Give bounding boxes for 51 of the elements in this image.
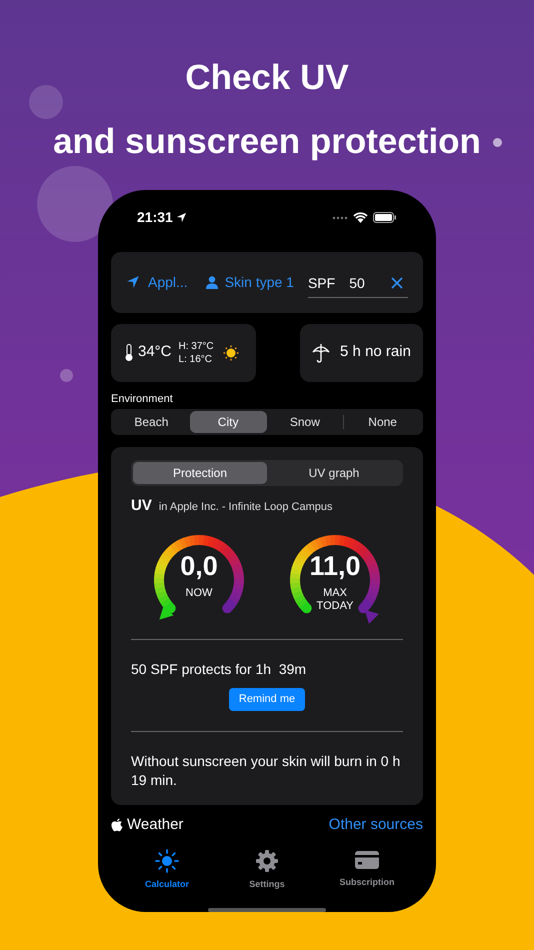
location-button[interactable]: Appl... xyxy=(126,272,188,293)
tab-bar-item[interactable]: Subscription xyxy=(322,848,412,892)
uv-caption: NOW xyxy=(186,587,212,600)
close-icon[interactable] xyxy=(391,277,403,290)
headline: and sunscreen protection xyxy=(53,121,481,163)
environment-option[interactable]: Beach xyxy=(113,410,190,433)
thermometer-icon xyxy=(125,344,133,362)
signal-icon xyxy=(332,216,348,220)
settings-icon xyxy=(255,848,279,873)
apple-icon xyxy=(111,818,123,832)
uv-location: in Apple Inc. - Infinite Loop Campus xyxy=(158,500,333,515)
weather-source: Weather xyxy=(127,815,184,836)
battery-icon xyxy=(373,212,397,224)
tab-bar-item[interactable]: Calculator xyxy=(122,848,212,892)
environment-option[interactable]: None xyxy=(344,410,421,433)
uv-caption: TODAY xyxy=(316,600,354,614)
umbrella-icon xyxy=(312,342,330,363)
spf-field[interactable]: SPF 50 xyxy=(308,272,408,298)
environment-label: Environment xyxy=(111,392,174,406)
low-temperature: L: 16°C xyxy=(178,352,213,366)
other-sources-link[interactable]: Other sources xyxy=(328,814,423,837)
spf-value: 50 xyxy=(349,274,365,293)
skin-type-button[interactable]: Skin type 1 xyxy=(206,272,294,293)
background-bubble xyxy=(493,138,502,147)
background-bubble xyxy=(60,369,73,382)
panel-tab[interactable]: UV graph xyxy=(267,462,401,484)
card-icon xyxy=(354,848,380,871)
location-arrow-icon xyxy=(126,275,140,290)
sun-icon xyxy=(155,848,179,873)
uv-value: 11,0 xyxy=(309,551,361,582)
environment-option[interactable]: Snow xyxy=(266,410,344,433)
panel-tab[interactable]: Protection xyxy=(133,462,267,484)
wifi-icon xyxy=(353,212,368,224)
protection-text: 50 SPF protects for 1h 39m xyxy=(131,660,308,680)
spf-label: SPF xyxy=(308,274,336,293)
temperature: 34°C xyxy=(138,342,172,362)
environment-option[interactable]: City xyxy=(190,410,266,433)
high-temperature: H: 37°C xyxy=(178,340,214,353)
rain-forecast: 5 h no rain xyxy=(340,342,411,362)
burn-text: Without sunscreen your skin will burn in 0 h 19 min. xyxy=(131,752,402,790)
remind-button[interactable]: Remind me xyxy=(228,688,306,712)
uv-value: 0,0 xyxy=(180,551,218,582)
location-arrow-icon xyxy=(176,212,187,224)
background-bubble xyxy=(29,85,63,119)
uv-title: UV xyxy=(131,496,152,516)
sun-icon xyxy=(222,344,239,361)
status-time: 21:31 xyxy=(137,208,173,228)
tab-bar-item[interactable]: Settings xyxy=(222,848,312,892)
person-icon xyxy=(206,276,218,289)
uv-caption: MAX xyxy=(323,587,347,600)
headline: Check UV xyxy=(185,57,349,99)
